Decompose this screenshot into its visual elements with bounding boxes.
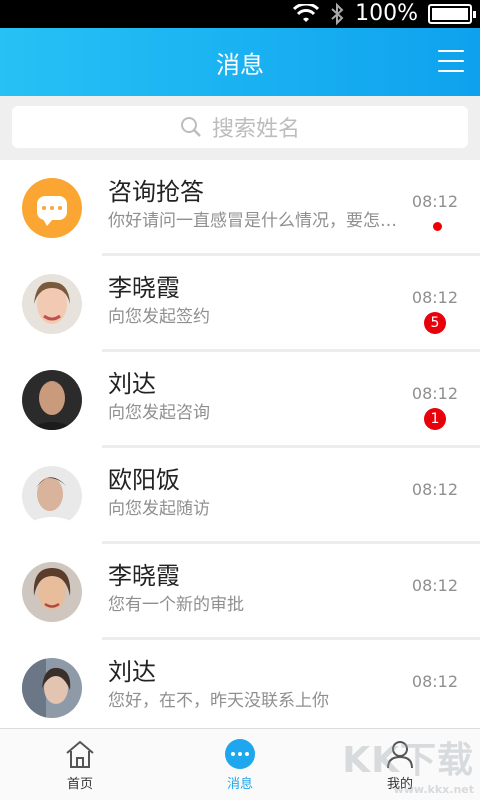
battery-icon bbox=[428, 4, 476, 24]
page-title: 消息 bbox=[216, 50, 264, 79]
avatar bbox=[22, 562, 82, 622]
unread-badge: 1 bbox=[424, 408, 446, 430]
search-input[interactable]: 搜索姓名 bbox=[12, 106, 468, 148]
tab-messages[interactable]: 消息 bbox=[160, 729, 320, 800]
app-header: 消息 bbox=[0, 28, 480, 96]
conversation-time: 08:12 bbox=[411, 576, 458, 595]
message-bubble-icon bbox=[225, 739, 255, 769]
conversation-row[interactable]: 欧阳饭 向您发起随访 08:12 bbox=[0, 448, 480, 544]
conversation-row[interactable]: 李晓霞 向您发起签约 08:12 5 bbox=[0, 256, 480, 352]
conversation-row[interactable]: 咨询抢答 你好请问一直感冒是什么情况，要怎么办 08:12 bbox=[0, 160, 480, 256]
conversation-preview: 你好请问一直感冒是什么情况，要怎么办 bbox=[108, 211, 400, 231]
conversation-row[interactable]: 刘达 您好，在不，昨天没联系上你 08:12 bbox=[0, 640, 480, 728]
battery-percentage: 100% bbox=[355, 1, 418, 26]
avatar bbox=[22, 370, 82, 430]
search-icon bbox=[180, 117, 201, 137]
conversation-preview: 您好，在不，昨天没联系上你 bbox=[108, 691, 329, 711]
conversation-name: 咨询抢答 bbox=[108, 178, 204, 206]
person-icon bbox=[387, 741, 413, 769]
conversation-list: 咨询抢答 你好请问一直感冒是什么情况，要怎么办 08:12 李晓霞 向您发起签约… bbox=[0, 160, 480, 728]
hamburger-menu-icon[interactable] bbox=[438, 50, 464, 72]
avatar bbox=[22, 466, 82, 526]
conversation-row[interactable]: 刘达 向您发起咨询 08:12 1 bbox=[0, 352, 480, 448]
conversation-name: 欧阳饭 bbox=[108, 466, 180, 494]
wifi-icon bbox=[293, 4, 320, 22]
search-bar: 搜索姓名 bbox=[0, 96, 480, 160]
status-bar: 100% bbox=[0, 0, 480, 28]
conversation-time: 08:12 bbox=[411, 192, 458, 211]
home-icon bbox=[66, 740, 94, 768]
conversation-name: 李晓霞 bbox=[108, 562, 180, 590]
avatar bbox=[22, 658, 82, 718]
bluetooth-icon bbox=[331, 2, 344, 26]
avatar bbox=[22, 274, 82, 334]
chat-bubble-icon bbox=[37, 196, 67, 226]
conversation-time: 08:12 bbox=[411, 384, 458, 403]
conversation-name: 刘达 bbox=[108, 370, 156, 398]
conversation-preview: 向您发起咨询 bbox=[108, 403, 210, 423]
conversation-preview: 向您发起签约 bbox=[108, 307, 210, 327]
conversation-preview: 向您发起随访 bbox=[108, 499, 210, 519]
unread-badge: 5 bbox=[424, 312, 446, 334]
conversation-name: 李晓霞 bbox=[108, 274, 180, 302]
tab-me-label: 我的 bbox=[386, 777, 413, 792]
tab-messages-label: 消息 bbox=[226, 777, 253, 792]
conversation-time: 08:12 bbox=[411, 672, 458, 691]
conversation-time: 08:12 bbox=[411, 480, 458, 499]
conversation-preview: 您有一个新的审批 bbox=[108, 595, 244, 615]
tab-me[interactable]: 我的 bbox=[320, 729, 480, 800]
conversation-row[interactable]: 李晓霞 您有一个新的审批 08:12 bbox=[0, 544, 480, 640]
unread-dot bbox=[433, 222, 442, 231]
search-placeholder: 搜索姓名 bbox=[211, 117, 300, 142]
consult-avatar bbox=[22, 178, 82, 238]
conversation-time: 08:12 bbox=[411, 288, 458, 307]
bottom-tab-bar: 首页 消息 我的 bbox=[0, 728, 480, 800]
tab-home[interactable]: 首页 bbox=[0, 729, 160, 800]
conversation-name: 刘达 bbox=[108, 658, 156, 686]
tab-home-label: 首页 bbox=[66, 777, 93, 792]
